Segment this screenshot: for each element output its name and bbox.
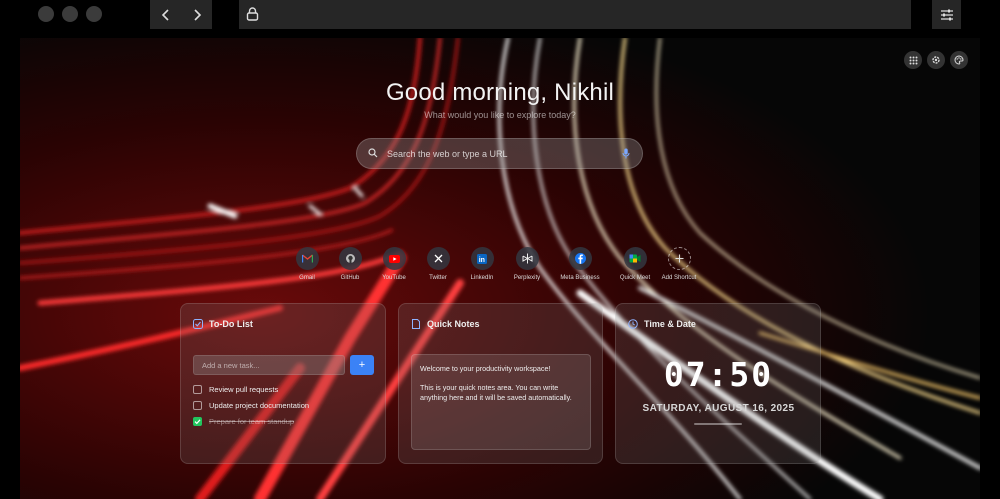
date-display: SATURDAY, AUGUST 16, 2025 — [642, 403, 795, 414]
notes-textarea[interactable]: Welcome to your productivity workspace! … — [411, 354, 591, 450]
notes-title: Quick Notes — [427, 319, 480, 329]
window-minimize-dot[interactable] — [62, 6, 78, 22]
todo-title: To-Do List — [209, 319, 253, 329]
youtube-icon — [388, 254, 400, 263]
address-bar[interactable] — [239, 0, 911, 29]
settings-button[interactable] — [927, 51, 945, 69]
add-task-button[interactable]: + — [350, 355, 374, 375]
new-tab-page: Good morning, Nikhil What would you like… — [20, 38, 980, 499]
search-icon — [368, 148, 378, 158]
window-close-dot[interactable] — [38, 6, 54, 22]
time-display: 07:50 — [663, 355, 774, 394]
sliders-icon — [940, 9, 953, 20]
greeting-heading: Good morning, Nikhil — [385, 79, 615, 106]
svg-text:in: in — [479, 257, 485, 264]
check-icon — [194, 419, 201, 425]
shortcut-meta-business[interactable]: Meta Business — [550, 247, 610, 281]
clock-panel: Time & Date 07:50 SATURDAY, AUGUST 16, 2… — [615, 303, 821, 464]
microphone-icon[interactable] — [622, 148, 630, 159]
forward-button[interactable] — [181, 0, 212, 29]
apps-grid-button[interactable] — [904, 51, 922, 69]
perplexity-icon — [522, 253, 532, 264]
palette-icon — [954, 55, 964, 65]
linkedin-icon: in — [477, 253, 487, 264]
x-icon — [434, 254, 442, 263]
github-icon — [345, 254, 355, 263]
shortcut-perplexity[interactable]: Perplexity — [497, 247, 557, 281]
checkbox-icon — [193, 319, 203, 329]
notes-panel: Quick Notes Welcome to your productivity… — [398, 303, 603, 464]
gmail-icon — [301, 254, 313, 263]
add-shortcut-button[interactable]: Add Shortcut — [649, 247, 709, 281]
lock-icon — [246, 7, 259, 21]
task-checkbox[interactable] — [193, 401, 202, 410]
chevron-left-icon — [161, 8, 169, 21]
plus-icon — [675, 254, 683, 263]
facebook-icon — [574, 253, 586, 264]
todo-panel: To-Do List Add a new task... + Review pu… — [180, 303, 386, 464]
grid-icon — [909, 56, 917, 64]
settings-sliders-button[interactable] — [932, 0, 961, 29]
task-checkbox[interactable] — [193, 417, 202, 426]
note-icon — [412, 319, 420, 329]
search-bar[interactable]: Search the web or type a URL — [356, 138, 643, 169]
gear-icon — [932, 56, 940, 64]
browser-toolbar — [0, 0, 1000, 38]
meet-icon — [629, 254, 641, 263]
top-right-controls — [904, 51, 968, 69]
back-button[interactable] — [150, 0, 181, 29]
window-maximize-dot[interactable] — [86, 6, 102, 22]
theme-button[interactable] — [950, 51, 968, 69]
new-task-input[interactable]: Add a new task... — [193, 355, 345, 375]
chevron-right-icon — [193, 8, 201, 21]
divider — [694, 423, 742, 425]
search-input[interactable]: Search the web or type a URL — [387, 149, 508, 159]
greeting-subtitle: What would you like to explore today? — [424, 110, 576, 120]
clock-title: Time & Date — [644, 319, 696, 329]
clock-icon — [628, 319, 638, 329]
task-checkbox[interactable] — [193, 385, 202, 394]
